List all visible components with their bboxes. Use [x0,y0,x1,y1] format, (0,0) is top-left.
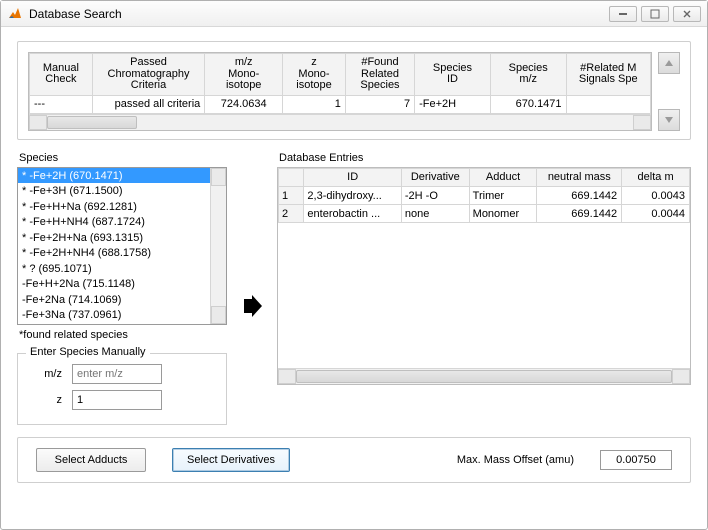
bottom-bar: Select Adducts Select Derivatives Max. M… [17,437,691,483]
db-col-derivative[interactable]: Derivative [401,168,469,187]
maximize-button[interactable] [641,6,669,22]
results-table-container: Manual Check Passed Chromatography Crite… [28,52,652,131]
species-column: Species * -Fe+2H (670.1471)* -Fe+3H (671… [17,152,227,425]
species-vscrollbar[interactable] [210,168,226,324]
db-hscrollbar[interactable] [278,368,690,384]
species-item[interactable]: * -Fe+2H+NH4 (688.1758) [18,245,210,261]
matlab-icon [7,6,23,22]
db-table[interactable]: ID Derivative Adduct neutral mass delta … [278,168,690,224]
results-header-row: Manual Check Passed Chromatography Crite… [30,54,651,96]
cell-species-id[interactable]: -Fe+2H [415,95,491,113]
minimize-button[interactable] [609,6,637,22]
window: Database Search Manual Check [0,0,708,530]
species-item[interactable]: -Fe+3Na (737.0961) [18,307,210,323]
db-cell-adduct[interactable]: Trimer [469,187,537,205]
cell-species-mz[interactable]: 670.1471 [490,95,566,113]
results-hscrollbar[interactable] [29,114,651,130]
manual-group: Enter Species Manually m/z z [17,353,227,425]
select-adducts-button[interactable]: Select Adducts [36,448,146,472]
col-species-mz[interactable]: Species m/z [490,54,566,96]
cell-nfound[interactable]: 7 [345,95,414,113]
client-area: Manual Check Passed Chromatography Crite… [1,27,707,529]
db-cell-id[interactable]: 2,3-dihydroxy... [304,187,401,205]
z-label: z [26,394,62,406]
species-label: Species [19,152,227,164]
titlebar: Database Search [1,1,707,27]
db-cell-derivative[interactable]: -2H -O [401,187,469,205]
results-row[interactable]: --- passed all criteria 724.0634 1 7 -Fe… [30,95,651,113]
db-col-id[interactable]: ID [304,168,401,187]
species-item[interactable]: * -Fe+H+Na (692.1281) [18,199,210,215]
db-label: Database Entries [279,152,691,164]
window-controls [609,6,701,22]
col-passed[interactable]: Passed Chromatography Criteria [92,54,205,96]
results-panel: Manual Check Passed Chromatography Crite… [17,41,691,140]
db-row[interactable]: 2enterobactin ...noneMonomer669.14420.00… [279,205,690,223]
offset-input[interactable] [600,450,672,470]
z-input[interactable] [72,390,162,410]
row-up-button[interactable] [658,52,680,74]
cell-z[interactable]: 1 [283,95,346,113]
db-cell-delta[interactable]: 0.0043 [622,187,690,205]
mz-label: m/z [26,368,62,380]
db-corner [279,168,304,187]
cell-manual-check[interactable]: --- [30,95,93,113]
row-down-button[interactable] [658,109,680,131]
db-cell-mass[interactable]: 669.1442 [537,205,622,223]
db-rownum: 2 [279,205,304,223]
arrow-right-icon [239,295,265,321]
cell-passed[interactable]: passed all criteria [92,95,205,113]
db-cell-derivative[interactable]: none [401,205,469,223]
col-species-id[interactable]: Species ID [415,54,491,96]
col-manual-check[interactable]: Manual Check [30,54,93,96]
db-cell-adduct[interactable]: Monomer [469,205,537,223]
db-col-delta[interactable]: delta m [622,168,690,187]
col-nfound[interactable]: #Found Related Species [345,54,414,96]
db-table-container: ID Derivative Adduct neutral mass delta … [277,167,691,385]
cell-mz[interactable]: 724.0634 [205,95,283,113]
window-title: Database Search [29,7,609,21]
select-derivatives-button[interactable]: Select Derivatives [172,448,290,472]
db-row[interactable]: 12,3-dihydroxy...-2H -OTrimer669.14420.0… [279,187,690,205]
db-column: Database Entries ID Derivative Adduct [277,152,691,385]
col-nrel[interactable]: #Related M Signals Spe [566,54,650,96]
species-item[interactable]: * -Fe+2H+Na (693.1315) [18,230,210,246]
species-item[interactable]: * ? (695.1071) [18,261,210,277]
species-item[interactable]: * -Fe+2H (670.1471) [18,168,210,184]
col-mz[interactable]: m/z Mono- isotope [205,54,283,96]
species-item[interactable]: * -Fe+H+NH4 (687.1724) [18,214,210,230]
species-item[interactable]: -Fe+H+2Na (715.1148) [18,276,210,292]
species-listbox[interactable]: * -Fe+2H (670.1471)* -Fe+3H (671.1500)* … [17,167,227,325]
species-item[interactable]: * -Fe+3H (671.1500) [18,183,210,199]
db-col-adduct[interactable]: Adduct [469,168,537,187]
db-rownum: 1 [279,187,304,205]
db-cell-id[interactable]: enterobactin ... [304,205,401,223]
db-cell-delta[interactable]: 0.0044 [622,205,690,223]
close-button[interactable] [673,6,701,22]
manual-legend: Enter Species Manually [26,346,150,358]
offset-label: Max. Mass Offset (amu) [457,454,574,466]
species-footnote: *found related species [19,329,227,341]
db-cell-mass[interactable]: 669.1442 [537,187,622,205]
cell-nrel[interactable] [566,95,650,113]
middle-area: Species * -Fe+2H (670.1471)* -Fe+3H (671… [17,152,691,425]
db-col-mass[interactable]: neutral mass [537,168,622,187]
col-z[interactable]: z Mono- isotope [283,54,346,96]
species-item[interactable]: -Fe+2Na (714.1069) [18,292,210,308]
mz-input[interactable] [72,364,162,384]
results-table[interactable]: Manual Check Passed Chromatography Crite… [29,53,651,114]
row-nav [658,52,680,131]
